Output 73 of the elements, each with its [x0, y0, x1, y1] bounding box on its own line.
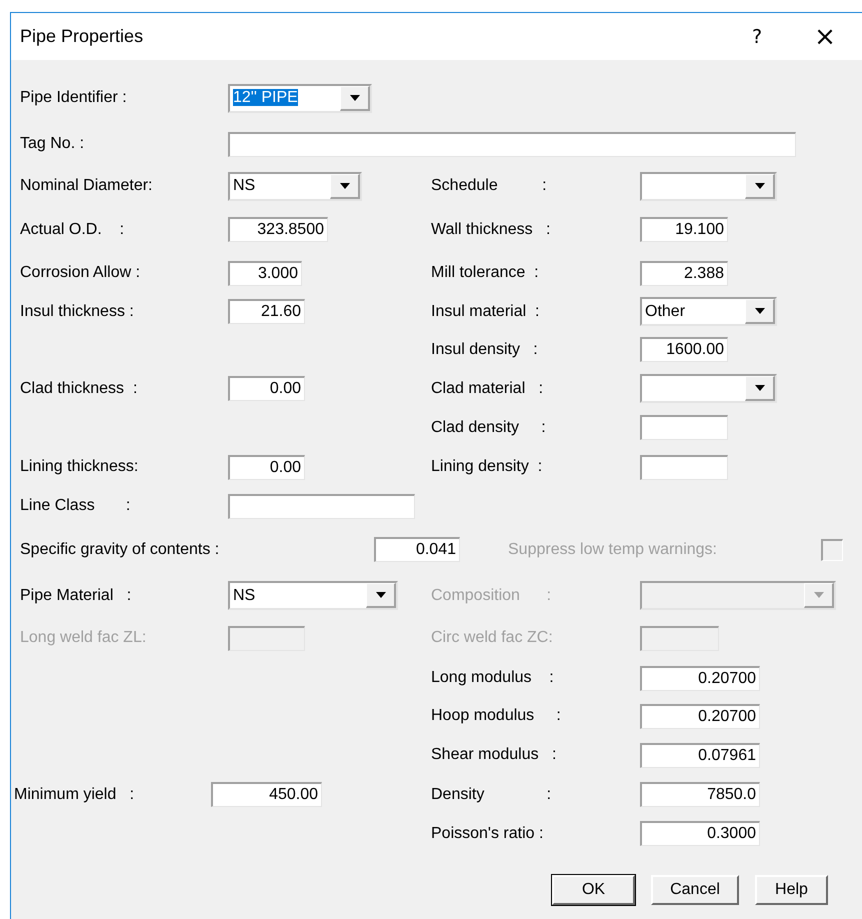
caret-icon [754, 308, 764, 314]
input-field[interactable] [640, 415, 728, 440]
field-label: Insul thickness : [20, 302, 135, 320]
caret-icon [350, 94, 360, 100]
dropdown-button[interactable] [330, 174, 360, 198]
input-field[interactable]: 323.8500 [228, 217, 328, 242]
field-label: Minimum yield : [14, 786, 136, 804]
field-label: Nominal Diameter: [20, 177, 154, 195]
field-label: Pipe Identifier : [20, 89, 128, 107]
window-title: Pipe Properties [20, 26, 144, 47]
dropdown-button[interactable] [745, 174, 775, 198]
caret-icon [376, 592, 386, 598]
help-button[interactable]: ? [727, 26, 787, 48]
close-button[interactable]: × [787, 22, 862, 52]
field-label: Poisson's ratio : [431, 824, 544, 842]
caret-icon [754, 385, 764, 391]
field-label: Schedule : [431, 177, 548, 195]
dropdown-button[interactable] [340, 86, 370, 110]
input-field[interactable]: 7850.0 [640, 782, 760, 807]
input-field[interactable]: 21.60 [228, 299, 305, 324]
field-label: Density : [431, 786, 552, 804]
dialog-button[interactable]: OK [552, 875, 635, 905]
field-label: Circ weld fac ZC: [431, 629, 554, 647]
input-field[interactable] [640, 454, 728, 480]
field-label: Suppress low temp warnings: [508, 540, 718, 558]
input-field[interactable]: 0.3000 [640, 821, 760, 846]
dropdown-button[interactable] [366, 583, 396, 608]
input-field[interactable]: 450.00 [211, 782, 322, 807]
input-field[interactable]: 2.388 [640, 260, 728, 286]
input-field[interactable]: 0.00 [228, 454, 305, 480]
caret-icon [814, 592, 824, 598]
caret-icon [340, 182, 350, 188]
field-label: Specific gravity of contents : [20, 540, 220, 558]
field-label: Clad thickness : [20, 380, 138, 398]
field-label: Clad density : [431, 418, 547, 436]
input-field[interactable]: 19.100 [640, 217, 728, 242]
input-field[interactable]: 0.041 [374, 537, 460, 562]
field-label: Lining density : [431, 458, 544, 476]
dropdown-button[interactable] [745, 299, 775, 324]
dropdown-field[interactable]: NS [228, 581, 398, 610]
dropdown-field[interactable] [640, 374, 777, 403]
dropdown-field[interactable]: 12'' PIPE [228, 84, 372, 112]
field-label: Corrosion Allow : [20, 264, 142, 282]
field-label: Line Class : [20, 497, 132, 515]
input-field[interactable]: 0.20700 [640, 704, 760, 728]
input-field[interactable]: 0.07961 [640, 742, 760, 768]
dropdown-field[interactable]: NS [228, 172, 362, 200]
input-field[interactable] [228, 494, 415, 518]
field-label: Shear modulus : [431, 746, 558, 764]
dropdown-button[interactable] [745, 376, 775, 401]
field-label: Wall thickness : [431, 220, 552, 238]
field-label: Composition : [431, 586, 552, 604]
field-label: Hoop modulus : [431, 707, 562, 725]
field-label: Actual O.D. : [20, 220, 126, 238]
field-label: Mill tolerance : [431, 264, 540, 282]
dropdown-field[interactable] [640, 172, 777, 200]
field-label: Long weld fac ZL: [20, 629, 148, 647]
field-label: Pipe Material : [20, 586, 132, 604]
field-label: Insul material : [431, 302, 540, 320]
dialog-button[interactable]: Help [755, 875, 828, 905]
field-label: Insul density : [431, 340, 539, 358]
dropdown-field[interactable]: Other [640, 297, 777, 326]
field-label: Long modulus : [431, 669, 555, 687]
input-field[interactable] [228, 132, 796, 156]
caret-icon [754, 182, 764, 188]
field-label: Lining thickness: [20, 458, 140, 476]
input-field[interactable]: 3.000 [228, 260, 302, 286]
input-field[interactable]: 0.20700 [640, 666, 760, 690]
input-field[interactable]: 1600.00 [640, 337, 728, 362]
dialog-button[interactable]: Cancel [651, 875, 739, 905]
input-field[interactable]: 0.00 [228, 376, 305, 401]
field-label: Clad material : [431, 380, 544, 398]
field-label: Tag No. : [20, 135, 86, 153]
